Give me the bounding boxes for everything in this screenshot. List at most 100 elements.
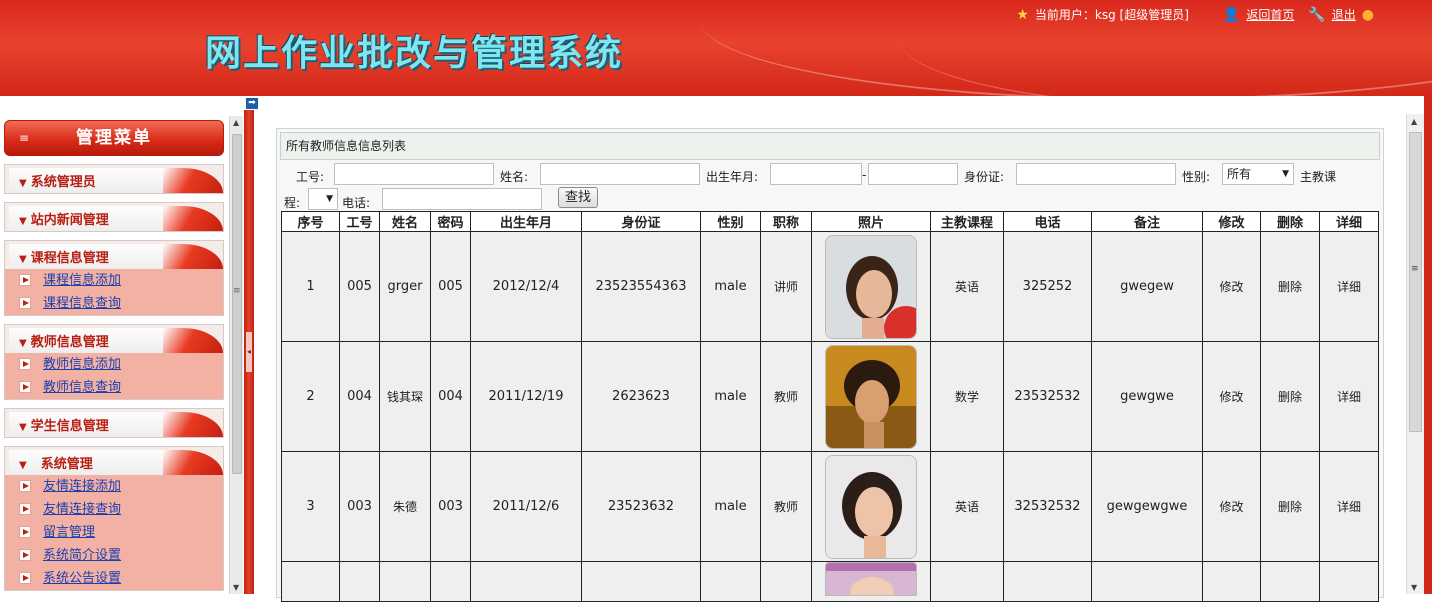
sidebar-item-messages[interactable]: 留言管理 — [5, 521, 223, 544]
cell-note: gwegew — [1091, 231, 1203, 342]
edit-link[interactable]: 修改 — [1202, 231, 1261, 342]
main-scrollbar[interactable]: ▲ ≡ ▼ — [1406, 114, 1424, 594]
sidebar-scrollbar[interactable]: ▲ ≡ ▼ — [229, 116, 243, 594]
group-header[interactable]: ▼ 课程信息管理 — [5, 241, 223, 269]
sidebar-link[interactable]: 课程信息添加 — [43, 273, 121, 288]
group-header[interactable]: ▼ 教师信息管理 — [5, 325, 223, 353]
grip-icon: ≡ — [1411, 264, 1419, 274]
arrow-right-icon — [19, 381, 31, 393]
triangle-down-icon: ▼ — [19, 460, 27, 471]
birth-end-input[interactable] — [868, 163, 958, 185]
triangle-down-icon: ▼ — [19, 254, 27, 265]
cell-photo — [811, 561, 931, 602]
cell-idcard: 23523554363 — [581, 231, 701, 342]
cell-title: 教师 — [760, 341, 812, 452]
scroll-up-icon[interactable]: ▲ — [1411, 117, 1417, 126]
teacher-photo — [825, 562, 917, 596]
scroll-down-icon[interactable]: ▼ — [233, 583, 239, 592]
cell-birth: 2011/12/6 — [470, 451, 582, 562]
sidebar-item-teacher-add[interactable]: 教师信息添加 — [5, 353, 223, 376]
detail-link[interactable] — [1319, 561, 1379, 602]
arrow-right-icon — [19, 358, 31, 370]
group-header[interactable]: ▼ 系统管理员 — [5, 165, 223, 193]
triangle-down-icon: ▼ — [19, 216, 27, 227]
search-button[interactable]: 查找 — [558, 187, 598, 208]
menu-title-label: 管理菜单 — [76, 128, 152, 148]
cell-birth — [470, 561, 582, 602]
group-header[interactable]: ▼ 站内新闻管理 — [5, 203, 223, 231]
sidebar-item-intro[interactable]: 系统简介设置 — [5, 544, 223, 567]
collapse-handle-icon[interactable]: ◂ — [246, 332, 252, 372]
detail-link[interactable]: 详细 — [1319, 231, 1379, 342]
sidebar-link[interactable]: 系统简介设置 — [43, 548, 121, 563]
col-header: 工号 — [339, 211, 380, 232]
detail-link[interactable]: 详细 — [1319, 451, 1379, 562]
user-icon: 👤 — [1222, 6, 1241, 23]
detail-link[interactable]: 详细 — [1319, 341, 1379, 452]
cell-photo — [811, 341, 931, 452]
course-select[interactable]: ▼ — [308, 188, 338, 210]
triangle-down-icon: ▼ — [19, 422, 27, 433]
wrench-icon: 🔧 — [1308, 6, 1326, 23]
idcard-input[interactable] — [1016, 163, 1176, 185]
scroll-down-icon[interactable]: ▼ — [1411, 583, 1417, 592]
arrow-right-icon — [19, 503, 31, 515]
cell-title — [760, 561, 812, 602]
sidebar-item-course-add[interactable]: 课程信息添加 — [5, 269, 223, 292]
edit-link[interactable] — [1202, 561, 1261, 602]
sidebar-item-link-query[interactable]: 友情连接查询 — [5, 498, 223, 521]
sidebar-item-course-query[interactable]: 课程信息查询 — [5, 292, 223, 315]
delete-link[interactable] — [1260, 561, 1320, 602]
delete-link[interactable]: 删除 — [1260, 341, 1320, 452]
id-input[interactable] — [334, 163, 494, 185]
edit-link[interactable]: 修改 — [1202, 451, 1261, 562]
course-label-wrap: 程: — [284, 196, 301, 210]
menu-group-course: ▼ 课程信息管理 课程信息添加 课程信息查询 — [4, 240, 224, 316]
scroll-thumb[interactable] — [232, 134, 242, 474]
name-input[interactable] — [540, 163, 700, 185]
frame-right-edge — [1424, 96, 1432, 594]
table-header-row: 序号 工号 姓名 密码 出生年月 身份证 性别 职称 照片 主教课程 电话 备注… — [281, 211, 1379, 232]
sidebar-link[interactable]: 友情连接添加 — [43, 479, 121, 494]
sidebar-link[interactable]: 课程信息查询 — [43, 296, 121, 311]
col-header: 修改 — [1202, 211, 1261, 232]
home-link[interactable]: 返回首页 — [1246, 6, 1294, 23]
birth-start-input[interactable] — [770, 163, 862, 185]
cell-birth: 2011/12/19 — [470, 341, 582, 452]
sidebar-item-link-add[interactable]: 友情连接添加 — [5, 475, 223, 498]
frame-toggle-icon[interactable]: ➡ — [246, 98, 258, 109]
group-header[interactable]: ▼ 学生信息管理 — [5, 409, 223, 437]
delete-link[interactable]: 删除 — [1260, 451, 1320, 562]
gender-select[interactable]: 所有 ▼ — [1222, 163, 1294, 185]
sidebar-link[interactable]: 教师信息查询 — [43, 380, 121, 395]
edit-link[interactable]: 修改 — [1202, 341, 1261, 452]
group-label: 教师信息管理 — [30, 335, 109, 350]
cell-birth: 2012/12/4 — [470, 231, 582, 342]
cell-id: 004 — [339, 341, 380, 452]
group-header[interactable]: ▼ 系统管理 — [5, 447, 223, 475]
delete-link[interactable]: 删除 — [1260, 231, 1320, 342]
cell-gender: male — [700, 341, 761, 452]
cell-title: 教师 — [760, 451, 812, 562]
panel-title: 所有教师信息信息列表 — [280, 132, 1380, 160]
cell-course: 英语 — [930, 451, 1004, 562]
sidebar-link[interactable]: 留言管理 — [43, 525, 95, 540]
phone-input[interactable] — [382, 188, 542, 210]
col-header: 序号 — [281, 211, 340, 232]
scroll-up-icon[interactable]: ▲ — [233, 118, 239, 127]
sidebar-item-teacher-query[interactable]: 教师信息查询 — [5, 376, 223, 399]
cell-name: 钱其琛 — [379, 341, 431, 452]
table-row: 3 003 朱德 003 2011/12/6 23523632 male 教师 … — [281, 451, 1379, 562]
sidebar-item-notice[interactable]: 系统公告设置 — [5, 567, 223, 590]
sidebar-link[interactable]: 系统公告设置 — [43, 571, 121, 586]
sidebar-link[interactable]: 友情连接查询 — [43, 502, 121, 517]
scroll-thumb[interactable] — [1409, 132, 1422, 432]
cell-phone — [1003, 561, 1092, 602]
teacher-list-panel: 所有教师信息信息列表 工号: 姓名: 出生年月: - 身份证: 性别: 所有 ▼… — [276, 128, 1384, 602]
frame-divider[interactable]: ◂ — [244, 110, 254, 594]
arrow-right-icon — [19, 549, 31, 561]
logout-link[interactable]: 退出 — [1332, 6, 1356, 23]
chevron-down-icon: ▼ — [1282, 169, 1289, 179]
header-banner: 网上作业批改与管理系统 ★ 当前用户：ksg [超级管理员] 👤 返回首页 🔧 … — [0, 0, 1432, 96]
sidebar-link[interactable]: 教师信息添加 — [43, 357, 121, 372]
